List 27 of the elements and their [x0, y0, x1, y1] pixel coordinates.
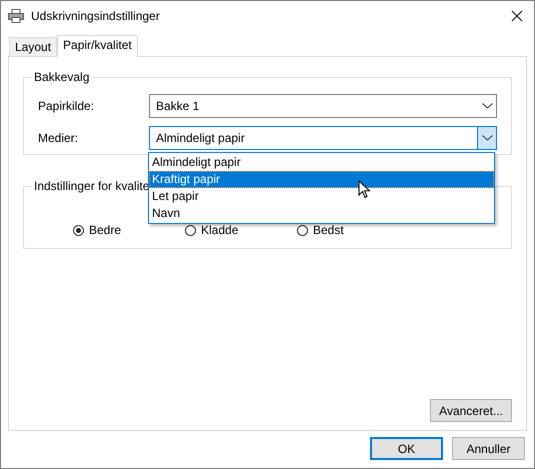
group-title: Bakkevalg	[33, 70, 90, 84]
radio-button[interactable]	[185, 224, 196, 236]
window-title: Udskrivningsindstillinger	[31, 9, 161, 23]
advanced-button[interactable]: Avanceret...	[430, 399, 512, 422]
radio-button[interactable]	[297, 224, 308, 236]
group-title: Indstillinger for kvalite	[33, 179, 150, 193]
field-label: Papirkilde:	[38, 99, 96, 113]
dropdown-option[interactable]: Navn	[149, 205, 494, 222]
caret-icon[interactable]	[482, 135, 492, 141]
dropdown-option[interactable]: Almindeligt papir	[149, 154, 494, 171]
radio-label: Bedre	[89, 223, 122, 237]
mouse-cursor-icon	[358, 180, 371, 199]
radio-label: Kladde	[201, 223, 238, 237]
tab[interactable]: Layout	[9, 37, 58, 56]
dialog-button[interactable]: OK	[370, 437, 443, 460]
dropdown-option[interactable]: Kraftigt papir	[149, 171, 494, 188]
dropdown-option[interactable]: Let papir	[149, 188, 494, 205]
dropdown-field[interactable]: Bakke 1	[149, 94, 497, 118]
radio-label: Bedst	[313, 223, 344, 237]
tab[interactable]: Papir/kvalitet	[57, 35, 138, 57]
dropdown-field[interactable]: Almindeligt papir	[149, 126, 497, 150]
field-label: Medier:	[38, 131, 80, 145]
radio-button[interactable]	[73, 224, 84, 236]
dialog-button[interactable]: Annuller	[452, 437, 525, 460]
printer-icon	[8, 9, 24, 23]
close-icon[interactable]	[511, 10, 523, 22]
caret-icon[interactable]	[482, 103, 492, 109]
